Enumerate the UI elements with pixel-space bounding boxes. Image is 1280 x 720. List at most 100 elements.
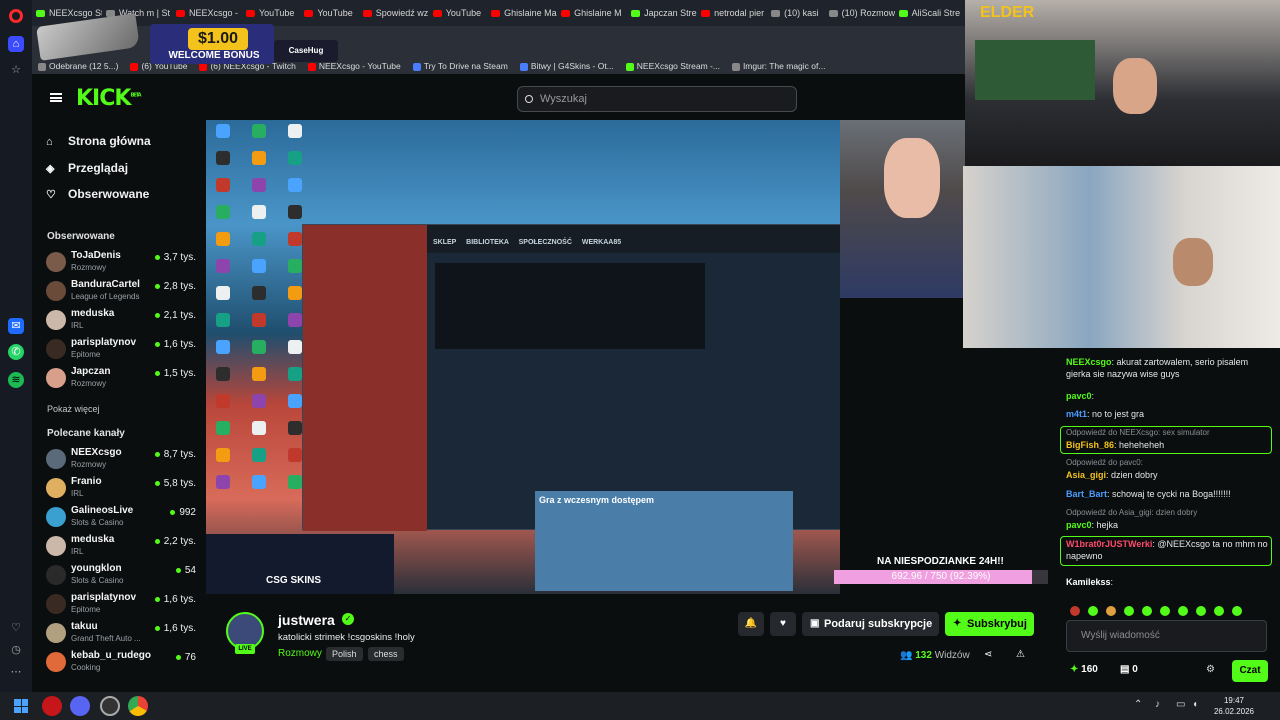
channel-item[interactable]: meduska IRL 2,1 tys. bbox=[46, 307, 196, 333]
desktop-app-icon[interactable] bbox=[252, 286, 266, 300]
browser-tab[interactable]: YouTube bbox=[300, 0, 358, 26]
bookmark-item[interactable]: NEEXcsgo Stream -... bbox=[620, 57, 726, 74]
chat-username[interactable]: pavc0 bbox=[1066, 391, 1092, 401]
chat-username[interactable]: Bart_Bart bbox=[1066, 489, 1107, 499]
category-link[interactable]: Rozmowy bbox=[278, 648, 322, 659]
desktop-app-icon[interactable] bbox=[252, 259, 266, 273]
desktop-app-icon[interactable] bbox=[288, 421, 302, 435]
emote-icon[interactable] bbox=[1232, 606, 1242, 616]
desktop-app-icon[interactable] bbox=[252, 367, 266, 381]
bookmark-item[interactable]: Try To Drive na Steam bbox=[407, 57, 514, 74]
windows-start-icon[interactable] bbox=[14, 699, 28, 713]
nav-browse[interactable]: ◈ Przeglądaj bbox=[46, 161, 128, 175]
desktop-app-icon[interactable] bbox=[216, 124, 230, 138]
show-more-link[interactable]: Pokaż więcej bbox=[47, 404, 100, 414]
channel-item[interactable]: parisplatynov Epitome 1,6 tys. bbox=[46, 336, 196, 362]
channel-item[interactable]: takuu Grand Theft Auto ... 1,6 tys. bbox=[46, 620, 196, 646]
opera-taskbar-icon[interactable] bbox=[42, 696, 62, 716]
bookmark-item[interactable]: Imgur: The magic of... bbox=[726, 57, 832, 74]
share-icon[interactable]: ⋖ bbox=[984, 649, 992, 660]
desktop-app-icon[interactable] bbox=[216, 367, 230, 381]
desktop-app-icon[interactable] bbox=[252, 124, 266, 138]
whatsapp-icon[interactable]: ✆ bbox=[8, 344, 24, 360]
desktop-app-icon[interactable] bbox=[288, 259, 302, 273]
browser-tab[interactable]: Japczan Stre bbox=[627, 0, 697, 26]
subscribe-button[interactable]: ✦ Subskrybuj bbox=[945, 612, 1034, 636]
chat-username[interactable]: m4t1 bbox=[1066, 409, 1087, 419]
nav-following[interactable]: ♡ Obserwowane bbox=[46, 187, 149, 201]
heart-rail-icon[interactable]: ♡ bbox=[8, 620, 24, 636]
channel-item[interactable]: ToJaDenis Rozmowy 3,7 tys. bbox=[46, 249, 196, 275]
tag-chess[interactable]: chess bbox=[368, 647, 404, 661]
obs-taskbar-icon[interactable] bbox=[100, 696, 120, 716]
desktop-app-icon[interactable] bbox=[288, 394, 302, 408]
desktop-app-icon[interactable] bbox=[216, 475, 230, 489]
desktop-app-icon[interactable] bbox=[288, 151, 302, 165]
emote-icon[interactable] bbox=[1160, 606, 1170, 616]
store-count[interactable]: ▤ 0 bbox=[1120, 664, 1138, 675]
desktop-app-icon[interactable] bbox=[216, 313, 230, 327]
desktop-app-icon[interactable] bbox=[216, 340, 230, 354]
desktop-app-icon[interactable] bbox=[252, 151, 266, 165]
emote-icon[interactable] bbox=[1106, 606, 1116, 616]
kick-logo[interactable]: KICKBETA bbox=[76, 86, 142, 111]
browser-tab[interactable]: (10) kasi bbox=[767, 0, 825, 26]
desktop-app-icon[interactable] bbox=[252, 475, 266, 489]
channel-item[interactable]: BanduraCartel League of Legends 2,8 tys. bbox=[46, 278, 196, 304]
desktop-app-icon[interactable] bbox=[216, 205, 230, 219]
desktop-app-icon[interactable] bbox=[252, 232, 266, 246]
desktop-app-icon[interactable] bbox=[288, 205, 302, 219]
chat-username[interactable]: pavc0 bbox=[1066, 520, 1092, 530]
emote-icon[interactable] bbox=[1070, 606, 1080, 616]
search-input[interactable]: Wyszukaj bbox=[517, 86, 797, 112]
discord-taskbar-icon[interactable] bbox=[70, 696, 90, 716]
desktop-app-icon[interactable] bbox=[288, 178, 302, 192]
volume-icon[interactable]: ◖ bbox=[1192, 699, 1198, 710]
more-rail-icon[interactable]: ⋯ bbox=[8, 664, 24, 680]
channel-item[interactable]: Franio IRL 5,8 tys. bbox=[46, 475, 196, 501]
microphone-icon[interactable]: ♪ bbox=[1155, 699, 1160, 710]
emote-icon[interactable] bbox=[1178, 606, 1188, 616]
desktop-app-icon[interactable] bbox=[216, 286, 230, 300]
desktop-app-icon[interactable] bbox=[216, 394, 230, 408]
desktop-app-icon[interactable] bbox=[288, 124, 302, 138]
bookmark-item[interactable]: Bitwy | G4Skins - Ot... bbox=[514, 57, 620, 74]
channel-item[interactable]: Japczan Rozmowy 1,5 tys. bbox=[46, 365, 196, 391]
emote-icon[interactable] bbox=[1088, 606, 1098, 616]
desktop-app-icon[interactable] bbox=[252, 313, 266, 327]
desktop-app-icon[interactable] bbox=[288, 313, 302, 327]
channel-item[interactable]: NEEXcsgo Rozmowy 8,7 tys. bbox=[46, 446, 196, 472]
video-player[interactable]: SKLEP BIBLIOTEKA SPOŁECZNOŚĆ WERKAA85 Gr… bbox=[206, 120, 840, 594]
desktop-app-icon[interactable] bbox=[252, 448, 266, 462]
browser-tab[interactable]: (10) Rozmow bbox=[825, 0, 895, 26]
chat-input[interactable]: Wyślij wiadomość bbox=[1066, 620, 1267, 652]
desktop-app-icon[interactable] bbox=[252, 421, 266, 435]
desktop-app-icon[interactable] bbox=[288, 286, 302, 300]
desktop-app-icon[interactable] bbox=[288, 367, 302, 381]
opera-logo-icon[interactable] bbox=[9, 9, 23, 23]
streamer-name[interactable]: justwera bbox=[278, 612, 335, 628]
channel-item[interactable]: youngklon Slots & Casino 54 bbox=[46, 562, 196, 588]
emote-icon[interactable] bbox=[1214, 606, 1224, 616]
emote-icon[interactable] bbox=[1196, 606, 1206, 616]
desktop-app-icon[interactable] bbox=[216, 151, 230, 165]
desktop-app-icon[interactable] bbox=[216, 232, 230, 246]
report-icon[interactable]: ⚠ bbox=[1016, 649, 1025, 660]
channel-item[interactable]: meduska IRL 2,2 tys. bbox=[46, 533, 196, 559]
desktop-app-icon[interactable] bbox=[252, 178, 266, 192]
menu-icon[interactable] bbox=[50, 93, 62, 102]
browser-tab[interactable]: AliScali Stre bbox=[895, 0, 965, 26]
chat-send-button[interactable]: Czat bbox=[1232, 660, 1268, 682]
chrome-taskbar-icon[interactable] bbox=[128, 696, 148, 716]
channel-points[interactable]: 160 bbox=[1070, 664, 1098, 675]
follow-heart-icon[interactable]: ♥ bbox=[770, 612, 796, 636]
browser-tab[interactable]: netrodal pier bbox=[697, 0, 767, 26]
clock[interactable]: 19:47 26.02.2026 bbox=[1212, 695, 1256, 717]
desktop-app-icon[interactable] bbox=[288, 448, 302, 462]
browser-tab[interactable]: Spowiedź wz bbox=[359, 0, 429, 26]
tray-chevron-icon[interactable]: ⌃ bbox=[1134, 699, 1142, 710]
network-icon[interactable]: ▭ bbox=[1176, 699, 1185, 710]
desktop-app-icon[interactable] bbox=[216, 421, 230, 435]
chat-username[interactable]: BigFish_86 bbox=[1066, 440, 1114, 450]
chat-username[interactable]: W1brat0rJUSTWerki bbox=[1066, 539, 1152, 549]
